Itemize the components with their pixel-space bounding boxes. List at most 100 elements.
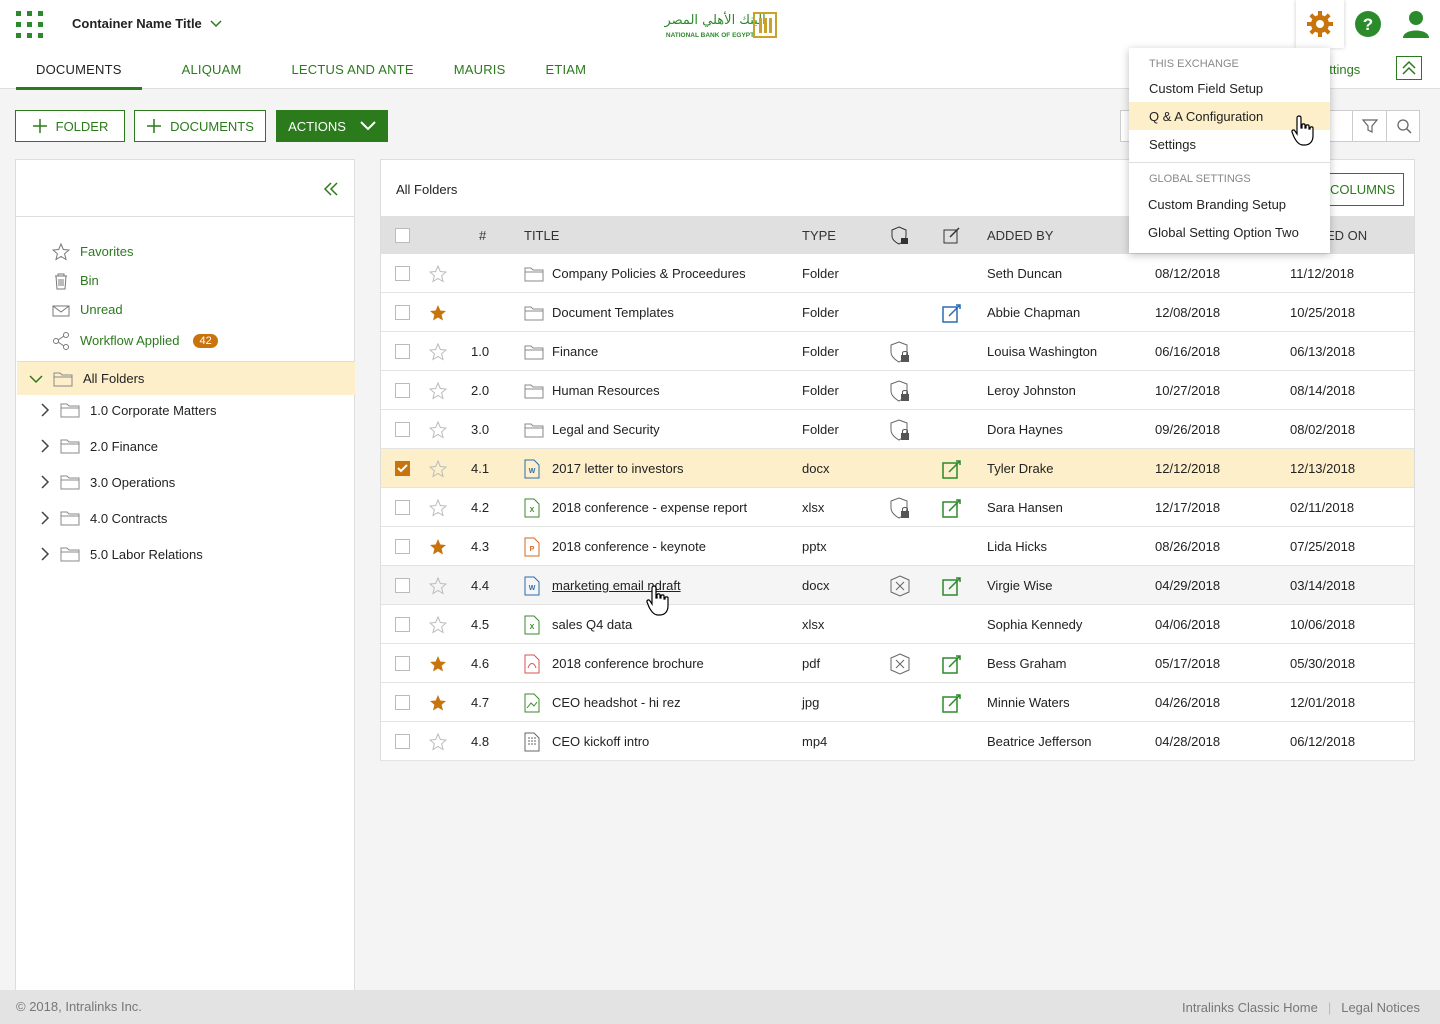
row-checkbox[interactable] [395,617,410,632]
table-row[interactable]: 2.0 Human Resources Folder Leroy Johnston 10… [381,371,1414,410]
edit-icon[interactable] [941,653,963,675]
favorite-toggle[interactable] [429,293,447,332]
star-filled-icon[interactable] [429,304,447,322]
table-row[interactable]: 4.4 Wmarketing email ndraft docx Virgie Wis… [381,566,1414,605]
chevron-right-icon[interactable] [40,547,50,561]
user-button[interactable] [1392,0,1440,48]
row-checkbox[interactable] [395,461,410,476]
row-checkbox[interactable] [395,695,410,710]
table-row[interactable]: 4.7 CEO headshot - hi rez jpg Minnie Waters… [381,683,1414,722]
favorite-toggle[interactable] [429,332,447,371]
edit-column-icon[interactable] [943,226,961,244]
row-title-link[interactable]: CEO headshot - hi rez [552,683,681,722]
sidebar-item-favorites[interactable]: Favorites [16,237,354,266]
star-icon[interactable] [429,498,447,517]
classic-home-link[interactable]: Intralinks Classic Home [1182,1000,1318,1015]
star-filled-icon[interactable] [429,694,447,712]
tree-item-folder[interactable]: 2.0 Finance [40,428,158,464]
table-row[interactable]: 4.1 W 2017 letter to investors docx Tyler Dr… [381,449,1414,488]
star-icon[interactable] [429,459,447,478]
columns-button[interactable]: COLUMNS [1321,173,1404,206]
tree-item-folder[interactable]: 5.0 Labor Relations [40,536,203,572]
row-title-link[interactable]: CEO kickoff intro [552,722,649,761]
add-documents-button[interactable]: DOCUMENTS [134,110,266,142]
row-title-link[interactable]: Human Resources [552,371,660,410]
filter-button[interactable] [1352,111,1386,141]
row-title-link[interactable]: sales Q4 data [552,605,632,644]
collapse-sidebar-icon[interactable] [322,180,340,198]
tab-aliquam[interactable]: ALIQUAM [162,58,262,90]
star-icon[interactable] [429,576,447,595]
table-row[interactable]: Company Policies & Proceedures Folder Seth… [381,254,1414,293]
sidebar-item-bin[interactable]: Bin [16,266,354,295]
row-checkbox[interactable] [395,266,410,281]
edit-icon[interactable] [941,458,963,480]
row-title-link[interactable]: 2017 letter to investors [552,449,684,488]
menu-item-custom-field-setup[interactable]: Custom Field Setup [1129,74,1330,102]
tree-item-folder[interactable]: 1.0 Corporate Matters [40,392,216,428]
row-checkbox[interactable] [395,422,410,437]
favorite-toggle[interactable] [429,644,447,683]
security-column-icon[interactable] [891,226,909,246]
favorite-toggle[interactable] [429,488,447,527]
add-folder-button[interactable]: FOLDER [15,110,125,142]
row-edit[interactable] [941,683,963,722]
favorite-toggle[interactable] [429,371,447,410]
row-checkbox[interactable] [395,578,410,593]
favorite-toggle[interactable] [429,722,447,761]
row-title-link[interactable]: 2018 conference - keynote [552,527,706,566]
menu-item-custom-branding-setup[interactable]: Custom Branding Setup [1129,190,1330,218]
favorite-toggle[interactable] [429,605,447,644]
row-title-link[interactable]: 2018 conference brochure [552,644,704,683]
row-edit[interactable] [941,449,963,488]
help-button[interactable]: ? [1344,0,1392,48]
chevron-down-icon[interactable] [29,374,43,384]
star-icon[interactable] [429,732,447,751]
search-button[interactable] [1386,111,1420,141]
header-modified-on[interactable]: ED ON [1326,228,1367,243]
favorite-toggle[interactable] [429,566,447,605]
chevron-right-icon[interactable] [40,511,50,525]
edit-icon[interactable] [941,302,963,324]
favorite-toggle[interactable] [429,683,447,722]
row-checkbox[interactable] [395,305,410,320]
tab-lectus-and-ante[interactable]: LECTUS AND ANTE [272,58,434,90]
row-checkbox[interactable] [395,383,410,398]
sidebar-item-unread[interactable]: Unread [16,295,354,324]
row-edit[interactable] [941,293,963,332]
actions-button[interactable]: ACTIONS [276,110,388,142]
row-edit[interactable] [941,566,963,605]
header-type[interactable]: TYPE [802,228,836,243]
tree-item-folder[interactable]: 3.0 Operations [40,464,175,500]
star-icon[interactable] [429,342,447,361]
row-title-link[interactable]: Company Policies & Proceedures [552,254,746,293]
star-filled-icon[interactable] [429,655,447,673]
table-row[interactable]: 1.0 Finance Folder Louisa Washington 06/16/2… [381,332,1414,371]
row-checkbox[interactable] [395,656,410,671]
row-checkbox[interactable] [395,344,410,359]
star-icon[interactable] [429,264,447,283]
edit-icon[interactable] [941,692,963,714]
row-edit[interactable] [941,488,963,527]
row-checkbox[interactable] [395,734,410,749]
chevron-right-icon[interactable] [40,403,50,417]
tree-item-all-folders[interactable]: All Folders [17,361,355,395]
star-icon[interactable] [429,615,447,634]
header-added-by[interactable]: ADDED BY [987,228,1053,243]
row-title-link[interactable]: Document Templates [552,293,674,332]
sidebar-item-workflow-applied[interactable]: Workflow Applied 42 [16,324,354,357]
collapse-header-button[interactable] [1396,56,1422,80]
favorite-toggle[interactable] [429,449,447,488]
row-checkbox[interactable] [395,539,410,554]
tab-mauris[interactable]: MAURIS [434,58,526,90]
apps-grid-icon[interactable] [16,11,43,38]
table-row[interactable]: Document Templates Folder Abbie Chapman 12/… [381,293,1414,332]
edit-icon[interactable] [941,575,963,597]
table-row[interactable]: 4.5 Xsales Q4 data xlsx Sophia Kennedy 04/06… [381,605,1414,644]
row-checkbox[interactable] [395,500,410,515]
table-row[interactable]: 4.6 2018 conference brochure pdf Bess Graha… [381,644,1414,683]
menu-item-global-setting-option-two[interactable]: Global Setting Option Two [1129,218,1330,246]
favorite-toggle[interactable] [429,254,447,293]
row-edit[interactable] [941,644,963,683]
star-filled-icon[interactable] [429,538,447,556]
